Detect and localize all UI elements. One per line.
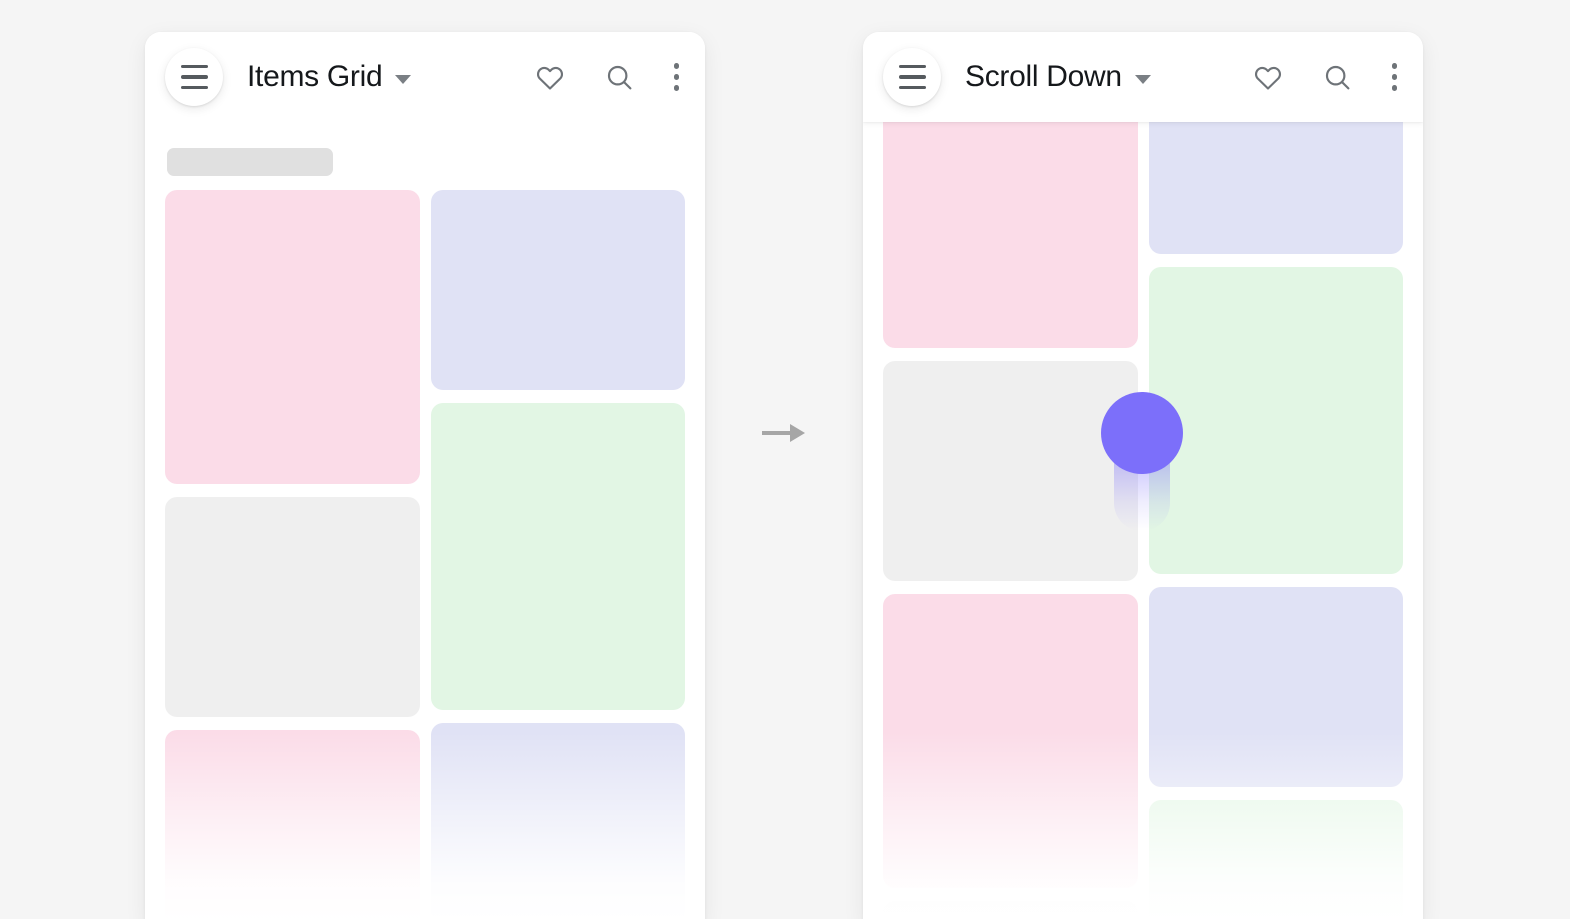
arrow-shaft (762, 431, 790, 435)
skeleton-placeholder-bar (167, 148, 333, 176)
app-bar-before: Items Grid (145, 32, 705, 122)
grid-tile[interactable] (430, 403, 685, 710)
grid-tile[interactable] (430, 723, 685, 919)
grid-tile[interactable] (165, 497, 420, 717)
chevron-down-icon[interactable] (395, 74, 412, 84)
arrow-head (790, 424, 805, 442)
phone-panel-before: Items Grid (145, 32, 705, 919)
grid-tile[interactable] (883, 122, 1138, 348)
comparison-stage: Items Grid Scroll Down (0, 0, 1570, 919)
grid-tile[interactable] (1148, 122, 1403, 254)
phone-panel-after: Scroll Down (863, 32, 1423, 919)
more-vertical-icon[interactable] (673, 63, 679, 91)
search-icon[interactable] (1323, 63, 1352, 92)
grid-tile[interactable] (883, 594, 1138, 888)
chevron-down-icon[interactable] (1134, 74, 1151, 84)
search-icon[interactable] (605, 63, 634, 92)
grid-tile[interactable] (165, 190, 420, 484)
hamburger-menu-icon[interactable] (165, 48, 223, 106)
grid-tile[interactable] (430, 190, 685, 390)
hamburger-menu-icon[interactable] (883, 48, 941, 106)
items-grid-after (883, 122, 1403, 919)
grid-tile[interactable] (883, 361, 1138, 581)
grid-tile[interactable] (1148, 267, 1403, 574)
heart-icon[interactable] (1253, 63, 1283, 91)
grid-tile[interactable] (1148, 587, 1403, 787)
grid-tile[interactable] (1148, 800, 1403, 919)
items-grid-before (165, 190, 685, 919)
grid-viewport-before[interactable] (145, 122, 705, 919)
grid-tile[interactable] (165, 730, 420, 919)
heart-icon[interactable] (535, 63, 565, 91)
title-dropdown-before[interactable]: Items Grid (247, 60, 535, 94)
title-dropdown-after[interactable]: Scroll Down (965, 60, 1253, 94)
more-vertical-icon[interactable] (1391, 63, 1397, 91)
app-bar-actions-before (535, 63, 679, 92)
grid-scroller-after (863, 122, 1423, 919)
grid-viewport-after[interactable] (863, 122, 1423, 919)
arrow-right-icon (762, 418, 806, 448)
app-bar-actions-after (1253, 63, 1397, 92)
app-bar-after: Scroll Down (863, 32, 1423, 122)
page-title: Items Grid (247, 60, 383, 93)
grid-tile[interactable] (883, 901, 1138, 919)
page-title: Scroll Down (965, 60, 1122, 93)
grid-scroller-before (145, 122, 705, 919)
